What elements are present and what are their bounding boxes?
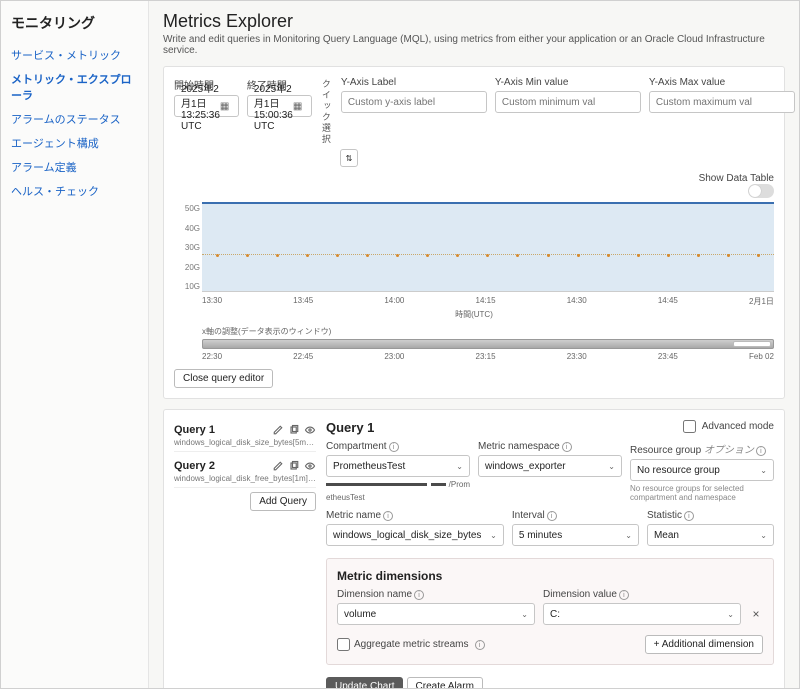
chevron-updown-icon: ⌄ [490, 531, 497, 540]
main-content: Metrics Explorer Write and edit queries … [149, 1, 799, 688]
metric-dimensions-box: Metric dimensions Dimension namei volume… [326, 558, 774, 665]
info-icon[interactable]: i [475, 640, 485, 650]
metrics-chart[interactable]: 50G 40G 30G 20G 10G [202, 202, 774, 292]
aggregate-checkbox-label[interactable]: Aggregate metric streams i [337, 638, 485, 651]
chevron-updown-icon: ⌄ [625, 531, 632, 540]
remove-dimension-button[interactable]: × [749, 607, 763, 625]
scrub-ticks: 22:30 22:45 23:00 23:15 23:30 23:45 Feb … [202, 352, 774, 361]
page-title: Metrics Explorer [163, 11, 785, 32]
metric-name-select[interactable]: windows_logical_disk_size_bytes ⌄ [326, 524, 504, 546]
advanced-mode-checkbox[interactable] [683, 420, 696, 433]
update-chart-button[interactable]: Update Chart [326, 677, 403, 688]
statistic-select[interactable]: Mean ⌄ [647, 524, 774, 546]
x-axis-label: 時間(UTC) [174, 309, 774, 320]
sidebar-title: モニタリング [11, 13, 138, 33]
info-icon[interactable]: i [684, 511, 694, 521]
calendar-icon: ▦ [220, 101, 232, 112]
yaxis-min-input[interactable] [495, 91, 641, 113]
yaxis-min-label: Y-Axis Min value [495, 77, 641, 88]
copy-icon[interactable] [288, 424, 300, 436]
time-scrubber[interactable] [202, 339, 774, 349]
query-list: Query 1 windows_logical_disk_size_bytes[… [174, 420, 316, 688]
info-icon[interactable]: i [619, 590, 629, 600]
yaxis-label-label: Y-Axis Label [341, 77, 487, 88]
dimension-value-select[interactable]: C: ⌄ [543, 603, 741, 625]
sidebar: モニタリング サービス・メトリック メトリック・エクスプローラ アラームのステー… [1, 1, 149, 688]
aggregate-checkbox[interactable] [337, 638, 350, 651]
info-icon[interactable]: i [414, 590, 424, 600]
advanced-mode-toggle[interactable]: Advanced mode [683, 420, 774, 433]
chevron-updown-icon: ⌄ [608, 462, 615, 471]
info-icon[interactable]: i [756, 446, 766, 456]
query-editor-panel: Query 1 windows_logical_disk_size_bytes[… [163, 409, 785, 688]
resource-group-select[interactable]: No resource group ⌄ [630, 459, 774, 481]
show-data-table-label: Show Data Table [699, 173, 774, 184]
info-icon[interactable]: i [547, 511, 557, 521]
chart-panel: 開始時間 2025年2月1日 13:25:36 UTC ▦ 終了時間 2025年… [163, 66, 785, 399]
query-list-item[interactable]: Query 1 windows_logical_disk_size_bytes[… [174, 420, 316, 452]
chevron-updown-icon: ⌄ [760, 466, 767, 475]
start-time-input[interactable]: 2025年2月1日 13:25:36 UTC ▦ [174, 95, 239, 117]
namespace-select[interactable]: windows_exporter ⌄ [478, 455, 622, 477]
add-dimension-button[interactable]: + Additional dimension [645, 635, 763, 654]
copy-icon[interactable] [288, 460, 300, 472]
x-axis-ticks: 13:30 13:45 14:00 14:15 14:30 14:45 2月1日 [202, 296, 774, 307]
chevron-updown-icon: ⌄ [456, 462, 463, 471]
close-query-editor-button[interactable]: Close query editor [174, 369, 273, 388]
sidebar-item-health-check[interactable]: ヘルス・チェック [11, 179, 138, 203]
add-query-button[interactable]: Add Query [250, 492, 316, 511]
info-icon[interactable]: i [389, 442, 399, 452]
chevron-updown-icon: ⌄ [521, 610, 528, 619]
query-form: Advanced mode Query 1 Compartmenti Prome… [326, 420, 774, 688]
y-axis-ticks: 50G 40G 30G 20G 10G [174, 204, 200, 291]
chevron-updown-icon: ⌄ [727, 610, 734, 619]
dimension-name-select[interactable]: volume ⌄ [337, 603, 535, 625]
edit-icon[interactable] [272, 424, 284, 436]
create-alarm-button[interactable]: Create Alarm [407, 677, 483, 688]
yaxis-max-input[interactable] [649, 91, 795, 113]
dimensions-heading: Metric dimensions [337, 569, 763, 583]
chevron-updown-icon: ⇅ [346, 154, 353, 163]
compartment-select[interactable]: PrometheusTest ⌄ [326, 455, 470, 477]
yaxis-max-label: Y-Axis Max value [649, 77, 795, 88]
sidebar-item-alarm-status[interactable]: アラームのステータス [11, 107, 138, 131]
info-icon[interactable]: i [383, 511, 393, 521]
end-time-input[interactable]: 2025年2月1日 15:00:36 UTC ▦ [247, 95, 312, 117]
yaxis-label-input[interactable] [341, 91, 487, 113]
info-icon[interactable]: i [562, 442, 572, 452]
edit-icon[interactable] [272, 460, 284, 472]
page-subtitle: Write and edit queries in Monitoring Que… [163, 34, 785, 56]
sidebar-item-metric-explorer[interactable]: メトリック・エクスプローラ [11, 67, 138, 107]
query-list-item[interactable]: Query 2 windows_logical_disk_free_bytes[… [174, 456, 316, 488]
resource-group-note: No resource groups for selected compartm… [630, 484, 774, 502]
sidebar-item-service-metric[interactable]: サービス・メトリック [11, 43, 138, 67]
eye-icon[interactable] [304, 424, 316, 436]
chevron-updown-icon: ⌄ [760, 531, 767, 540]
interval-select[interactable]: 5 minutes ⌄ [512, 524, 639, 546]
compartment-breadcrumb: /Prom [326, 481, 470, 489]
eye-icon[interactable] [304, 460, 316, 472]
sidebar-item-agent-config[interactable]: エージェント構成 [11, 131, 138, 155]
scrub-caption: x軸の調整(データ表示のウィンドウ) [202, 326, 774, 337]
quick-select-dropdown[interactable]: ⇅ [340, 149, 358, 167]
show-data-table-toggle[interactable] [748, 184, 774, 198]
calendar-icon: ▦ [293, 101, 305, 112]
sidebar-item-alarm-def[interactable]: アラーム定義 [11, 155, 138, 179]
quick-select-label: クイック選択 [320, 79, 333, 145]
